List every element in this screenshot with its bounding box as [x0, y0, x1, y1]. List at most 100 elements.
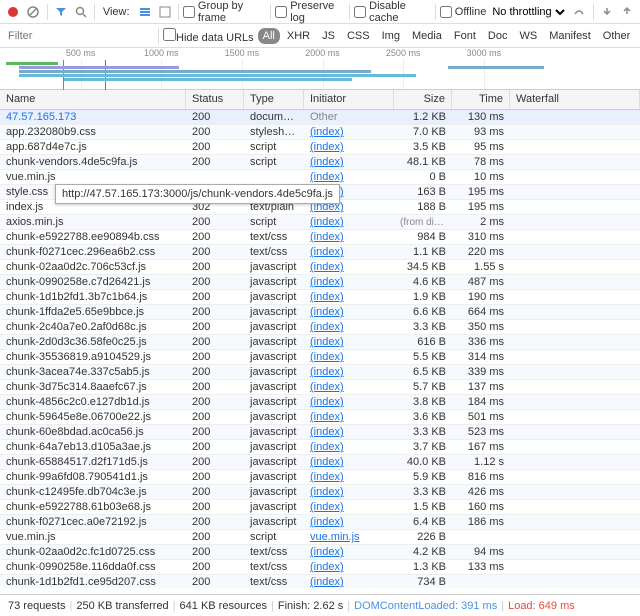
- import-har-button[interactable]: [598, 2, 616, 22]
- filter-type-manifest[interactable]: Manifest: [544, 28, 596, 44]
- cell-initiator[interactable]: (index): [304, 426, 394, 438]
- header-waterfall[interactable]: Waterfall: [510, 90, 640, 109]
- table-row[interactable]: chunk-c12495fe.db704c3e.js200javascript(…: [0, 485, 640, 500]
- table-row[interactable]: chunk-f0271cec.296ea6b2.css200text/css(i…: [0, 245, 640, 260]
- table-row[interactable]: app.232080b9.css200stylesheet(index)7.0 …: [0, 125, 640, 140]
- table-row[interactable]: chunk-3acea74e.337c5ab5.js200javascript(…: [0, 365, 640, 380]
- header-time[interactable]: Time: [452, 90, 510, 109]
- table-row[interactable]: app.687d4e7c.js200script(index)3.5 KB95 …: [0, 140, 640, 155]
- cell-initiator[interactable]: (index): [304, 126, 394, 138]
- cell-initiator[interactable]: (index): [304, 141, 394, 153]
- cell-initiator[interactable]: vue.min.js: [304, 531, 394, 543]
- header-status[interactable]: Status: [186, 90, 244, 109]
- table-row[interactable]: chunk-02aa0d2c.fc1d0725.css200text/css(i…: [0, 545, 640, 560]
- filter-type-css[interactable]: CSS: [342, 28, 375, 44]
- table-row[interactable]: vue.min.js(index)0 B10 ms: [0, 170, 640, 185]
- table-row[interactable]: chunk-59645e8e.06700e22.js200javascript(…: [0, 410, 640, 425]
- cell-initiator[interactable]: (index): [304, 561, 394, 573]
- cell-initiator[interactable]: (index): [304, 516, 394, 528]
- table-row[interactable]: chunk-64a7eb13.d105a3ae.js200javascript(…: [0, 440, 640, 455]
- cell-initiator[interactable]: (index): [304, 381, 394, 393]
- cell-initiator[interactable]: (index): [304, 306, 394, 318]
- table-row[interactable]: chunk-0990258e.116dda0f.css200text/css(i…: [0, 560, 640, 575]
- table-row[interactable]: vue.min.js200scriptvue.min.js226 B: [0, 530, 640, 545]
- record-button[interactable]: [4, 2, 22, 22]
- cell-initiator[interactable]: (index): [304, 486, 394, 498]
- cell-initiator[interactable]: Other: [304, 111, 394, 123]
- filter-type-doc[interactable]: Doc: [483, 28, 513, 44]
- cell-initiator[interactable]: (index): [304, 471, 394, 483]
- header-initiator[interactable]: Initiator: [304, 90, 394, 109]
- table-row[interactable]: chunk-02aa0d2c.706c53cf.js200javascript(…: [0, 260, 640, 275]
- table-row[interactable]: chunk-e5922788.61b03e68.js200javascript(…: [0, 500, 640, 515]
- table-row[interactable]: chunk-60e8bdad.ac0ca56.js200javascript(i…: [0, 425, 640, 440]
- cell-initiator[interactable]: (index): [304, 231, 394, 243]
- cell-initiator[interactable]: (index): [304, 576, 394, 588]
- cell-size: 1.1 KB: [394, 246, 452, 258]
- header-name[interactable]: Name: [0, 90, 186, 109]
- throttling-select[interactable]: No throttling: [488, 5, 568, 19]
- table-row[interactable]: chunk-2d0d3c36.58fe0c25.js200javascript(…: [0, 335, 640, 350]
- filter-type-img[interactable]: Img: [377, 28, 405, 44]
- cell-time: 664 ms: [452, 306, 510, 318]
- table-row[interactable]: chunk-f0271cec.a0e72192.js200javascript(…: [0, 515, 640, 530]
- overview-button[interactable]: [156, 2, 174, 22]
- large-rows-button[interactable]: [136, 2, 154, 22]
- offline[interactable]: Offline: [440, 6, 487, 18]
- filter-toggle[interactable]: [51, 2, 69, 22]
- cell-initiator[interactable]: (index): [304, 261, 394, 273]
- cell-initiator[interactable]: (index): [304, 156, 394, 168]
- preserve-log[interactable]: Preserve log: [275, 0, 345, 24]
- cell-initiator[interactable]: (index): [304, 276, 394, 288]
- cell-initiator[interactable]: (index): [304, 351, 394, 363]
- filter-type-js[interactable]: JS: [317, 28, 340, 44]
- clear-button[interactable]: [24, 2, 42, 22]
- filter-type-media[interactable]: Media: [407, 28, 447, 44]
- table-row[interactable]: chunk-35536819.a9104529.js200javascript(…: [0, 350, 640, 365]
- cell-initiator[interactable]: (index): [304, 501, 394, 513]
- cell-name: chunk-2d0d3c36.58fe0c25.js: [0, 336, 186, 348]
- group-by-frame[interactable]: Group by frame: [183, 0, 266, 24]
- cell-initiator[interactable]: (index): [304, 171, 394, 183]
- filter-type-xhr[interactable]: XHR: [282, 28, 315, 44]
- filter-input[interactable]: [4, 28, 154, 44]
- header-type[interactable]: Type: [244, 90, 304, 109]
- table-row[interactable]: 47.57.165.173200documentOther1.2 KB130 m…: [0, 110, 640, 125]
- cell-initiator[interactable]: (index): [304, 366, 394, 378]
- table-row[interactable]: chunk-3d75c314.8aaefc67.js200javascript(…: [0, 380, 640, 395]
- hide-data-urls[interactable]: Hide data URLs: [163, 28, 254, 44]
- table-row[interactable]: chunk-99a6fd08.790541d1.js200javascript(…: [0, 470, 640, 485]
- cell-initiator[interactable]: (index): [304, 411, 394, 423]
- cell-initiator[interactable]: (index): [304, 321, 394, 333]
- table-row[interactable]: chunk-vendors.4de5c9fa.js200script(index…: [0, 155, 640, 170]
- cell-initiator[interactable]: (index): [304, 456, 394, 468]
- cell-initiator[interactable]: (index): [304, 246, 394, 258]
- cell-type: javascript: [244, 381, 304, 393]
- table-row[interactable]: chunk-1ffda2e5.65e9bbce.js200javascript(…: [0, 305, 640, 320]
- cell-initiator[interactable]: (index): [304, 396, 394, 408]
- cell-initiator[interactable]: (index): [304, 441, 394, 453]
- header-size[interactable]: Size: [394, 90, 452, 109]
- filter-type-other[interactable]: Other: [598, 28, 636, 44]
- table-row[interactable]: chunk-2c40a7e0.2af0d68c.js200javascript(…: [0, 320, 640, 335]
- overview-timeline[interactable]: 500 ms1000 ms1500 ms2000 ms2500 ms3000 m…: [0, 48, 640, 90]
- cell-initiator[interactable]: (index): [304, 546, 394, 558]
- table-row[interactable]: chunk-4856c2c0.e127db1d.js200javascript(…: [0, 395, 640, 410]
- cell-initiator[interactable]: (index): [304, 216, 394, 228]
- table-row[interactable]: axios.min.js200script(index)(from disk .…: [0, 215, 640, 230]
- cell-time: 195 ms: [452, 186, 510, 198]
- table-row[interactable]: chunk-65884517.d2f171d5.js200javascript(…: [0, 455, 640, 470]
- search-button[interactable]: [72, 2, 90, 22]
- disable-cache[interactable]: Disable cache: [354, 0, 431, 24]
- table-row[interactable]: chunk-e5922788.ee90894b.css200text/css(i…: [0, 230, 640, 245]
- export-har-button[interactable]: [618, 2, 636, 22]
- cell-initiator[interactable]: (index): [304, 336, 394, 348]
- cell-initiator[interactable]: (index): [304, 291, 394, 303]
- table-row[interactable]: chunk-1d1b2fd1.ce95d207.css200text/css(i…: [0, 575, 640, 588]
- filter-type-font[interactable]: Font: [449, 28, 481, 44]
- filter-type-ws[interactable]: WS: [514, 28, 542, 44]
- network-conditions-icon[interactable]: [570, 2, 588, 22]
- table-row[interactable]: chunk-1d1b2fd1.3b7c1b64.js200javascript(…: [0, 290, 640, 305]
- table-row[interactable]: chunk-0990258e.c7d26421.js200javascript(…: [0, 275, 640, 290]
- filter-type-all[interactable]: All: [258, 28, 280, 44]
